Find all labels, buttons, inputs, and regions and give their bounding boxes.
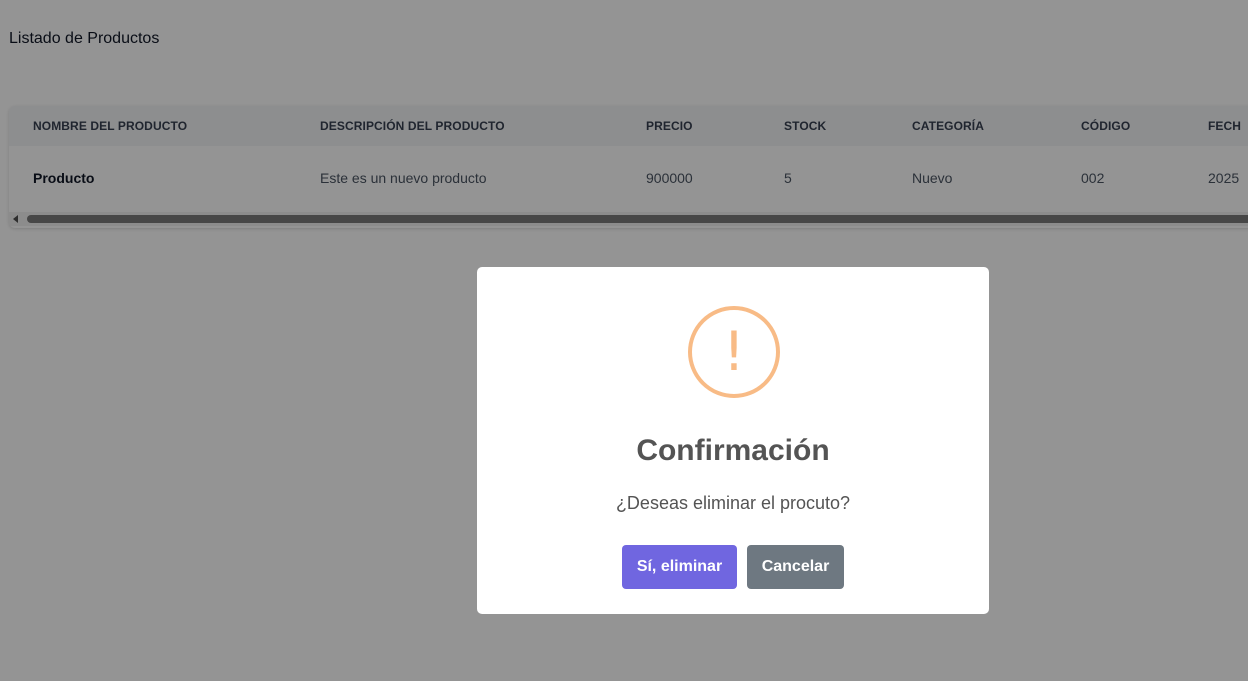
- confirm-delete-button[interactable]: Sí, eliminar: [622, 545, 737, 589]
- exclamation-icon: !: [688, 306, 780, 398]
- dialog-message: ¿Deseas eliminar el procuto?: [615, 493, 851, 513]
- cancel-button[interactable]: Cancelar: [747, 545, 844, 589]
- dialog-title: Confirmación: [636, 434, 830, 467]
- confirmation-dialog: ! Confirmación ¿Deseas eliminar el procu…: [477, 267, 989, 614]
